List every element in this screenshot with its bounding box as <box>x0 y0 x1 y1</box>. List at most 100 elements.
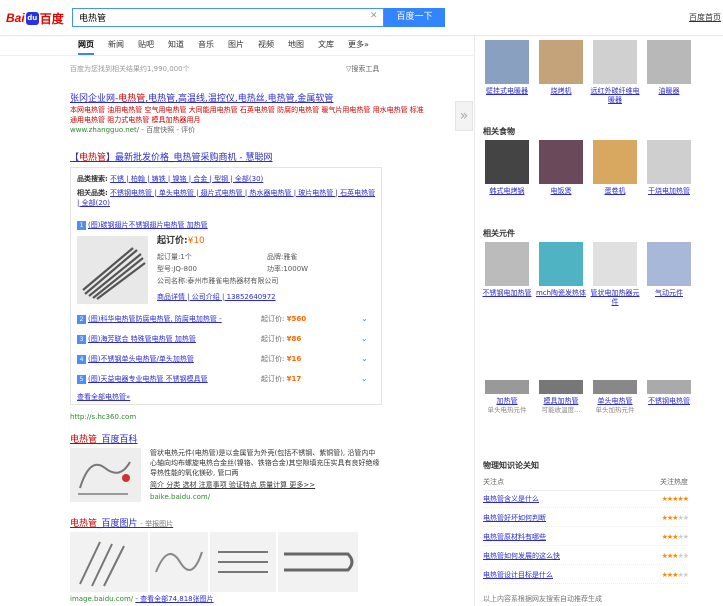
knowledge-row[interactable]: 电热管好坏如何判断 ★★★★★ <box>483 511 689 527</box>
tab-music[interactable]: 音乐 <box>198 36 214 55</box>
star-rating-icon: ★★★★★ <box>661 514 689 522</box>
spec-row-1: 起订量:1个 品牌:雅雀 <box>157 253 298 261</box>
product-links[interactable]: 商品详情 | 公司介绍 | 13852640972 <box>157 292 276 302</box>
search-button[interactable]: 百度一下 <box>384 8 445 27</box>
result-1: 张冈企业网-电热管,电热管,高温线,温控仪,电热丝,电热管,金属软管 本网电热管… <box>70 93 430 135</box>
related-category-links[interactable]: 不锈钢电热管 | 单头电热管 | 翅片式电热管 | 热水器电热管 | 玻片电热管… <box>77 189 375 207</box>
related-thumb[interactable]: 干烧电加热管 <box>642 140 696 196</box>
star-rating-icon: ★★★★★ <box>661 495 689 503</box>
result-title[interactable]: 【电热管】最新批发价格_电热管采购商机 - 慧聪网 <box>70 152 430 164</box>
result-image[interactable] <box>70 532 148 592</box>
section-title: 相关元件 <box>483 229 515 238</box>
related-thumb[interactable]: 烧烤机 <box>534 40 588 105</box>
chevron-down-icon[interactable]: ⌄ <box>361 334 368 344</box>
tab-images[interactable]: 图片 <box>228 36 244 55</box>
search-tools[interactable]: ▽搜索工具 <box>346 64 379 74</box>
category-links[interactable]: 不锈 | 柏翰 | 铸铁 | 镍铬 | 合金 | 型钢 | 全部(30) <box>110 175 263 183</box>
result-abstract: 本网电热管 油用电热管 空气用电热管 大同能用电热管 石英电热管 防腐的电热管 … <box>70 106 424 124</box>
related-row-1: 韩式电烤锅 电饭煲 蛋卷机 干烧电加热管 <box>480 140 696 196</box>
home-link[interactable]: 百度首页 <box>689 12 721 23</box>
knowledge-link[interactable]: 电热管好坏如何判断 <box>483 511 546 526</box>
image-strip <box>70 532 358 592</box>
result-image[interactable] <box>210 532 276 592</box>
star-rating-icon: ★★★★★ <box>661 533 689 541</box>
knowledge-link[interactable]: 电热管含义是什么 <box>483 492 539 507</box>
result-2-url: http://s.hc360.com <box>70 413 137 421</box>
rank-badge: 1 <box>77 221 86 230</box>
ad-list-item[interactable]: 4 (图)不锈钢单头电热管/单头加热管 起订价: ¥16 ⌄ <box>77 354 377 364</box>
search-input[interactable] <box>72 8 384 27</box>
baidu-logo[interactable]: Bai du 百度 <box>6 10 64 26</box>
related-thumb[interactable]: 油暖器 <box>642 40 696 105</box>
search-tools-label: 搜索工具 <box>351 65 380 73</box>
search-tabs: 网页 新闻 贴吧 知道 音乐 图片 视频 地图 文库 更多» <box>78 36 383 55</box>
chevron-down-icon[interactable]: ⌄ <box>361 314 368 324</box>
close-icon[interactable]: ✕ <box>370 11 378 21</box>
result-title[interactable]: 张冈企业网-电热管,电热管,高温线,温控仪,电热丝,电热管,金属软管 <box>70 93 430 105</box>
tab-news[interactable]: 新闻 <box>108 36 124 55</box>
related-thumb[interactable]: 气动元件 <box>642 242 696 307</box>
related-thumb[interactable]: mch陶瓷发热体 <box>534 242 588 307</box>
related-thumb[interactable]: 不锈钢电加热管 <box>480 242 534 307</box>
tab-more[interactable]: 更多» <box>348 36 369 55</box>
knowledge-link[interactable]: 电热管设计目标是什么 <box>483 568 553 583</box>
knowledge-title: 物理知识论关知 <box>483 461 539 470</box>
baike-content: 管状电热元件(电热管)是以金属管为外壳(包括不锈钢、紫铜管), 沿管内中心轴向均… <box>150 449 380 501</box>
tab-divider <box>0 55 473 56</box>
knowledge-link[interactable]: 电热管原材料有哪些 <box>483 530 546 545</box>
logo-text: Bai <box>6 11 25 25</box>
heating-tube-image <box>77 236 148 304</box>
result-image[interactable] <box>278 532 358 592</box>
knowledge-row[interactable]: 电热管设计目标是什么 ★★★★★ <box>483 568 689 584</box>
tab-tieba[interactable]: 贴吧 <box>138 36 154 55</box>
result-title[interactable]: 电热管_百度百科 <box>70 434 430 446</box>
related-thumb[interactable]: 电饭煲 <box>534 140 588 196</box>
see-all-link[interactable]: 查看全部电热管» <box>77 392 130 402</box>
top-bar: Bai du 百度 ✕ 百度一下 百度首页 <box>0 0 723 36</box>
knowledge-row[interactable]: 电热管原材料有哪些 ★★★★★ <box>483 530 689 546</box>
baike-image[interactable] <box>70 448 141 502</box>
related-thumb[interactable]: 壁挂式电暖器 <box>480 40 534 105</box>
company-row: 公司名称:泰州市雅雀电热器材有限公司 <box>157 277 279 285</box>
result-title[interactable]: 电热管_百度图片 - 举报图片 <box>70 518 430 530</box>
section-title: 相关食物 <box>483 127 515 136</box>
result-url: www.zhangguo.net/ - 百度快照 - 评价 <box>70 126 196 134</box>
related-category-row: 相关品类: 不锈钢电热管 | 单头电热管 | 翅片式电热管 | 热水器电热管 |… <box>77 189 376 207</box>
related-thumb[interactable]: 模具加热管 可能收温度... <box>534 380 588 414</box>
chevron-down-icon[interactable]: ⌄ <box>361 374 368 384</box>
tab-video[interactable]: 视频 <box>258 36 274 55</box>
related-thumb[interactable]: 管状电加热器元件 <box>588 242 642 307</box>
price-row: 起订价:¥10 <box>157 236 205 246</box>
tab-web[interactable]: 网页 <box>78 36 94 55</box>
ad-list-item[interactable]: 2 (图)科华电热管防腐电热管, 防腐电加热管 - 起订价: ¥560 ⌄ <box>77 314 377 324</box>
related-thumb[interactable]: 蛋卷机 <box>588 140 642 196</box>
knowledge-link[interactable]: 电热管如何发展的这么快 <box>483 549 560 564</box>
related-row-2: 不锈钢电加热管 mch陶瓷发热体 管状电加热器元件 气动元件 <box>480 242 696 307</box>
tab-zhidao[interactable]: 知道 <box>168 36 184 55</box>
spec-row-2: 型号:JQ-800 功率:1000W <box>157 265 309 273</box>
related-thumb[interactable]: 韩式电烤锅 <box>480 140 534 196</box>
result-image[interactable] <box>150 532 208 592</box>
related-thumb[interactable]: 加热管 单头电热元件 <box>480 380 534 414</box>
chevron-down-icon[interactable]: ⌄ <box>361 354 368 364</box>
tab-wenku[interactable]: 文库 <box>318 36 334 55</box>
related-thumb[interactable]: 单头电热管 单头加热元件 <box>588 380 642 414</box>
related-row-0: 壁挂式电暖器 烧烤机 远红外碳纤维电暖器 油暖器 <box>480 40 696 105</box>
paw-icon: du <box>25 11 39 25</box>
result-4-url: image.baidu.com/ - 查看全部74,818张图片 <box>70 595 214 603</box>
featured-product-title[interactable]: 1 (图)碳钢翅片不锈钢翅片电热管 加热管 <box>77 220 208 230</box>
tab-map[interactable]: 地图 <box>288 36 304 55</box>
category-search-row: 品类搜索: 不锈 | 柏翰 | 铸铁 | 镍铬 | 合金 | 型钢 | 全部(3… <box>77 175 264 183</box>
expand-right-panel-button[interactable]: » <box>455 101 473 131</box>
baike-links[interactable]: 简介 分类 选材 注意事项 验证特点 质量计算 更多>> <box>150 480 380 490</box>
result-3: 电热管_百度百科 <box>70 434 430 446</box>
ad-list-item[interactable]: 3 (图)海芳联合 特殊管电热管 加热管 起订价: ¥86 ⌄ <box>77 334 377 344</box>
ad-list-item[interactable]: 5 (图)天益电器专业电热管 不锈钢模具管 起订价: ¥17 ⌄ <box>77 374 377 384</box>
related-thumb[interactable]: 远红外碳纤维电暖器 <box>588 40 642 105</box>
knowledge-row[interactable]: 电热管如何发展的这么快 ★★★★★ <box>483 549 689 565</box>
related-thumb[interactable]: 不锈钢电热管 <box>642 380 696 414</box>
heating-element-image <box>78 461 131 495</box>
product-image[interactable] <box>77 236 148 304</box>
star-rating-icon: ★★★★★ <box>661 571 689 579</box>
knowledge-row[interactable]: 电热管含义是什么 ★★★★★ <box>483 492 689 508</box>
